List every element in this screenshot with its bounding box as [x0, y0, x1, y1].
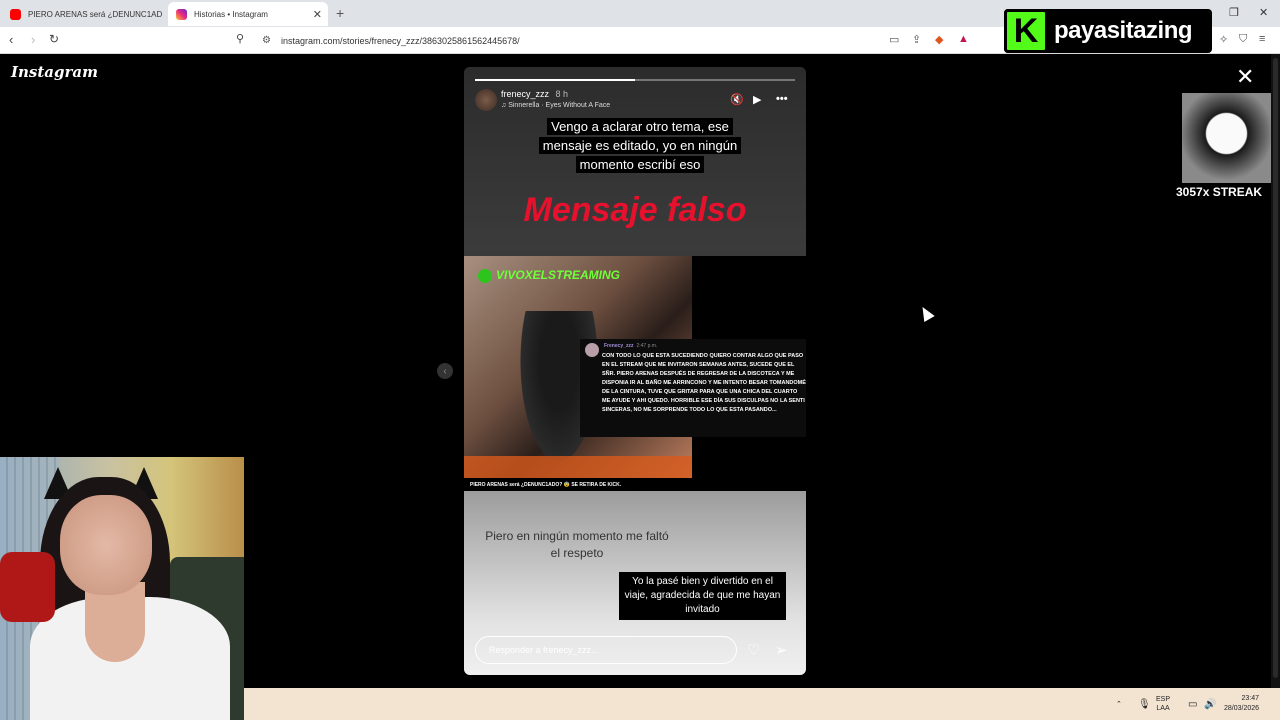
volume-icon[interactable]: 🔊	[1204, 688, 1216, 720]
story-caption: Vengo a aclarar otro tema, ese mensaje e…	[526, 117, 754, 174]
restore-icon[interactable]: ❐	[1229, 6, 1239, 19]
vpn-icon[interactable]: ⛉	[1239, 33, 1247, 46]
youtube-icon	[10, 8, 21, 20]
menu-icon[interactable]: ≡	[1259, 33, 1265, 45]
url-field[interactable]: ⚙ instagram.com/stories/frenecy_zzz/3863…	[262, 31, 882, 50]
channel-name: payasitazing	[1054, 17, 1193, 44]
close-window-icon[interactable]: ✕	[1259, 6, 1268, 19]
extensions-icon[interactable]: ✧	[1219, 33, 1228, 46]
story-text-2: Yo la pasé bien y divertido en el viaje,…	[619, 572, 786, 620]
language-indicator[interactable]: ESP LAA	[1156, 688, 1170, 720]
chat-username: Frenecy_zzz	[604, 343, 634, 349]
previous-story-button[interactable]: ‹	[437, 363, 453, 379]
reply-input[interactable]: Responder a frenecy_zzz...	[475, 636, 737, 664]
send-icon[interactable]: ➢	[775, 641, 788, 659]
chat-time: 2:47 p.m.	[636, 343, 658, 349]
fake-message-label: Mensaje falso	[523, 191, 747, 229]
site-info-icon[interactable]: ⚙	[262, 35, 271, 46]
cat-gif	[1182, 93, 1271, 183]
tray-chevron-icon[interactable]: ⌃	[1116, 688, 1122, 720]
brave-shield-icon[interactable]: ◆	[935, 33, 943, 46]
close-story-icon[interactable]: ✕	[1236, 66, 1254, 88]
forward-icon[interactable]: ›	[31, 32, 35, 47]
username[interactable]: frenecy_zzz	[501, 89, 549, 99]
share-icon[interactable]: ⇪	[912, 33, 921, 46]
instagram-icon	[176, 8, 187, 20]
network-icon[interactable]: ▭	[1188, 688, 1197, 720]
story-viewer[interactable]: frenecy_zzz 8 h ♫ Sinnerella · Eyes With…	[464, 67, 806, 675]
progress-segment	[475, 79, 795, 81]
tab-youtube[interactable]: PIERO ARENAS será ¿DENUNC1AD	[2, 2, 162, 26]
story-video-clip: VIVOXELSTREAMING Frenecy_zzz 2:47 p.m. CO…	[464, 256, 806, 491]
instagram-logo[interactable]: Instagram	[11, 63, 98, 81]
scrollbar[interactable]	[1271, 54, 1280, 688]
cast-icon[interactable]: ▭	[889, 33, 899, 46]
mute-icon[interactable]: 🔇	[730, 93, 744, 106]
clip-channel-name: VIVOXELSTREAMING	[496, 268, 621, 282]
mic-tray-icon[interactable]: 🎙	[1138, 688, 1151, 720]
avatar[interactable]	[475, 89, 497, 111]
kick-channel-overlay: K payasitazing	[1004, 9, 1212, 53]
reload-icon[interactable]: ↻	[49, 32, 59, 46]
taskbar: ⌃ ESP LAA 🎙 ▭ 🔊 23:47 28/03/2026	[244, 688, 1280, 720]
close-tab-icon[interactable]: ✕	[313, 8, 322, 21]
play-icon[interactable]: ▶	[753, 93, 761, 106]
tab-instagram[interactable]: Historias • Instagram ✕	[168, 2, 328, 26]
channel-logo-icon	[478, 268, 492, 283]
chat-avatar	[585, 343, 599, 357]
clock[interactable]: 23:47 28/03/2026	[1224, 688, 1259, 720]
kick-logo-icon: K	[1004, 9, 1048, 53]
song-label[interactable]: ♫ Sinnerella · Eyes Without A Face	[501, 102, 610, 109]
url-text: instagram.com/stories/frenecy_zzz/386302…	[280, 35, 520, 46]
heart-icon[interactable]: ♡	[747, 641, 760, 659]
back-icon[interactable]: ‹	[9, 32, 13, 47]
tab-title: PIERO ARENAS será ¿DENUNC1AD	[28, 9, 162, 19]
story-text-1: Piero en ningún momento me faltó el resp…	[485, 529, 669, 560]
caption-text: Vengo a aclarar otro tema, ese mensaje e…	[538, 118, 742, 173]
more-options-icon[interactable]: •••	[776, 93, 788, 105]
chat-screenshot: Frenecy_zzz 2:47 p.m. CON TODO LO QUE EST…	[580, 339, 806, 437]
rewards-icon[interactable]: ▲	[958, 33, 969, 45]
lang-bottom: LAA	[1156, 705, 1170, 712]
song-title: Sinnerella · Eyes Without A Face	[508, 102, 611, 109]
time-ago: 8 h	[555, 89, 569, 99]
webcam-overlay	[0, 457, 244, 720]
story-progress	[475, 79, 795, 81]
lang-top: ESP	[1156, 696, 1171, 703]
story-user[interactable]: frenecy_zzz 8 h	[501, 89, 568, 99]
news-ticker: PIERO ARENAS será ¿DENUNC1ADO? 😨 SE RETI…	[464, 480, 806, 491]
chat-user: Frenecy_zzz 2:47 p.m.	[604, 343, 806, 349]
streak-text: 3057x STREAK	[1176, 185, 1263, 199]
clock-time: 23:47	[1241, 695, 1260, 702]
tab-title: Historias • Instagram	[194, 9, 268, 19]
chat-message: CON TODO LO QUE ESTA SUCEDIENDO QUIERO C…	[602, 353, 806, 413]
microphone-icon	[0, 552, 55, 622]
new-tab-button[interactable]: +	[336, 5, 344, 21]
streamer-face	[60, 495, 152, 595]
clock-date: 28/03/2026	[1224, 705, 1260, 712]
bookmark-icon[interactable]: ⚲	[236, 32, 244, 45]
mouse-cursor-icon	[917, 303, 935, 323]
clip-channel: VIVOXELSTREAMING	[478, 268, 620, 283]
